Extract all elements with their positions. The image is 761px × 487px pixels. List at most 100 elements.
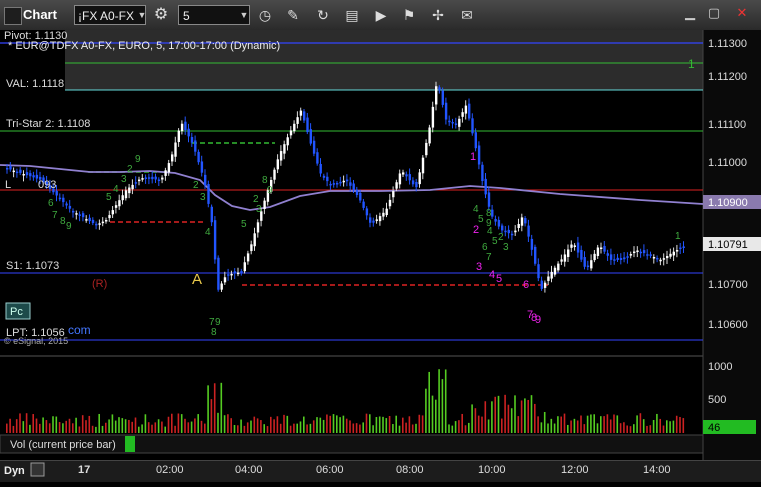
volume-bar (392, 424, 394, 433)
candle-body (497, 219, 501, 227)
play-icon[interactable]: ▶ (370, 5, 392, 25)
volume-bar (296, 423, 298, 433)
candle-body (425, 142, 428, 156)
volume-bar (194, 418, 196, 433)
volume-bar (184, 418, 186, 433)
candle-body (649, 254, 652, 256)
candle-body (507, 229, 510, 234)
candle-body (514, 230, 517, 233)
volume-bar (58, 421, 61, 433)
volume-bar (25, 413, 28, 433)
volume-bar (309, 423, 312, 433)
price-tick: 1.10600 (708, 319, 748, 331)
candle-body (213, 220, 217, 260)
zoom-icon[interactable] (30, 462, 45, 477)
volume-bar (600, 416, 602, 433)
symbol-dropdown-icon[interactable]: ▼ (136, 5, 148, 25)
price-tick: 1.11200 (708, 71, 747, 83)
volume-bar (62, 423, 64, 433)
minimize-icon[interactable]: ▁ (680, 4, 700, 22)
window-title: Chart (23, 7, 57, 22)
volume-bar (481, 416, 483, 433)
candle-body (29, 173, 32, 177)
svg-text:9: 9 (135, 154, 141, 165)
volume-bar (200, 420, 203, 433)
volume-bar (180, 414, 183, 433)
volume-bar (349, 420, 351, 433)
volume-bar (263, 424, 265, 433)
svg-text:3: 3 (200, 192, 206, 203)
clock-icon[interactable]: ◷ (254, 5, 276, 25)
candle-body (154, 176, 157, 180)
volume-bar (316, 417, 318, 433)
candle-body (58, 197, 62, 200)
ma-price-badge-text: 1.10900 (708, 197, 748, 209)
volume-bar (633, 424, 635, 433)
candle-body (534, 246, 537, 264)
candle-body (164, 170, 167, 176)
candle-body (319, 163, 322, 174)
volume-bar (461, 413, 463, 433)
refresh-icon[interactable]: ↻ (312, 5, 334, 25)
candle-body (365, 208, 369, 216)
candle-body (273, 169, 276, 180)
candle-body (200, 161, 204, 173)
volume-bar (283, 414, 285, 433)
volume-bar (454, 421, 457, 433)
candle-body (471, 118, 474, 134)
volume-bar (339, 417, 341, 433)
candle-body (326, 176, 329, 182)
flag-icon[interactable]: ⚑ (398, 5, 420, 25)
volume-bar (501, 418, 503, 433)
candle-body (543, 282, 547, 288)
volume-bar (273, 419, 275, 433)
volume-bar (108, 419, 110, 433)
link-icon[interactable]: ✢ (427, 5, 449, 25)
candle-body (147, 177, 151, 179)
volume-bar (88, 415, 91, 433)
volume-bar (395, 415, 397, 433)
svg-text:9: 9 (66, 221, 72, 232)
volume-bar (276, 416, 279, 433)
svg-text:9: 9 (267, 185, 273, 196)
volume-bar (319, 417, 322, 433)
close-icon[interactable]: ✕ (732, 4, 752, 22)
candle-body (504, 230, 507, 233)
volume-bar (246, 422, 249, 433)
candle-body (118, 200, 121, 207)
interval-dropdown-icon[interactable]: ▼ (238, 5, 250, 25)
gear-icon[interactable]: ⚙ (152, 6, 170, 24)
svg-text:3: 3 (256, 204, 262, 215)
chat-icon[interactable]: ✉ (456, 5, 478, 25)
maximize-icon[interactable]: ▢ (704, 4, 724, 22)
candle-body (567, 249, 570, 257)
time-label: 02:00 (156, 464, 184, 476)
study-icon[interactable]: ▤ (341, 5, 363, 25)
time-axis-svg: Dyn 17 02:00 04:00 06:00 08:00 10:00 12:… (4, 462, 671, 477)
candle-body (359, 192, 362, 201)
volume-bar (583, 424, 586, 433)
svg-text:4: 4 (113, 184, 119, 195)
dyn-mode-label[interactable]: Dyn (4, 465, 25, 477)
volume-bar (32, 414, 34, 433)
candle-body (639, 251, 642, 254)
volume-bar (210, 399, 213, 433)
candle-body (402, 172, 405, 175)
candle-body (161, 177, 164, 180)
volume-bar (243, 425, 246, 433)
volume-bar (448, 424, 450, 433)
candle-body (580, 249, 583, 260)
volume-bar (303, 416, 305, 433)
candle-body (114, 205, 118, 208)
volume-bar (256, 418, 259, 433)
candle-body (362, 201, 365, 208)
volume-bar (128, 419, 130, 433)
price-chart[interactable]: 1.11300 1.11200 1.11100 1.11000 1.10700 … (0, 30, 761, 460)
candle-body (537, 264, 540, 279)
pencil-icon[interactable]: ✎ (282, 5, 304, 25)
volume-bar (487, 419, 490, 433)
symbol-description: * EUR@TDFX A0-FX, EURO, 5, 17:00-17:00 (… (8, 40, 280, 52)
volume-bar (616, 415, 619, 433)
candle-body (517, 224, 520, 229)
volume-bar (151, 424, 153, 433)
